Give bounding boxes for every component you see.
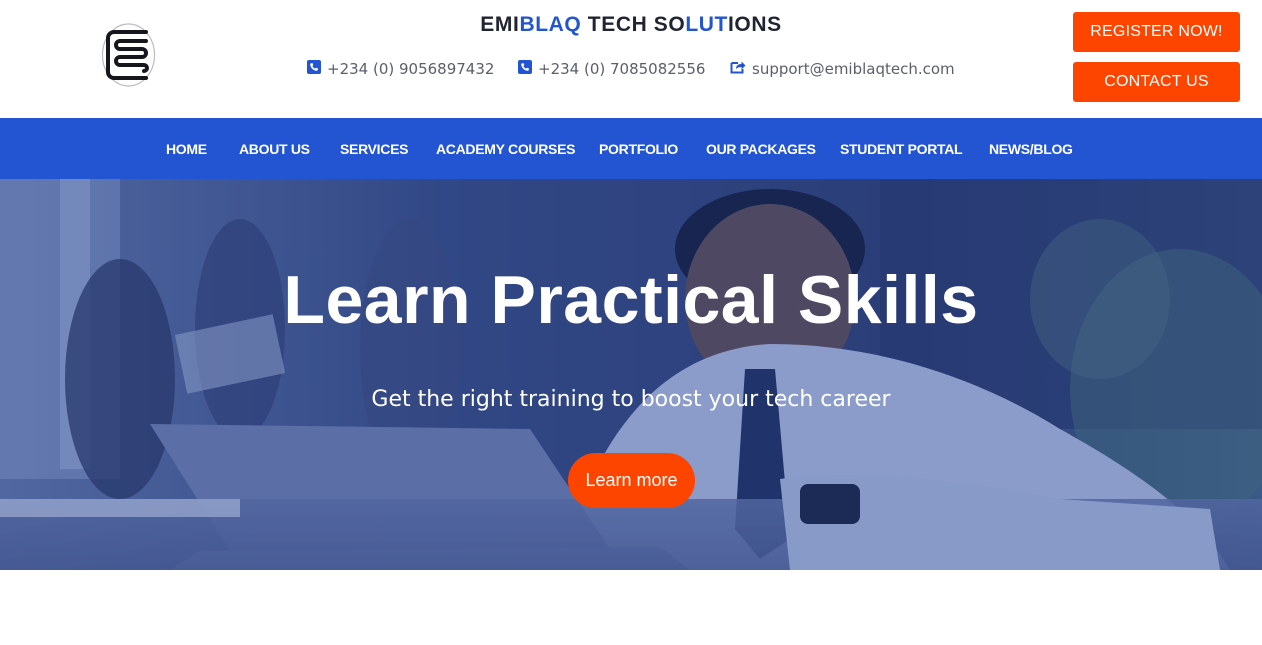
hero-banner: Learn Practical Skills Get the right tra…	[0, 179, 1262, 570]
phone-number-2: +234 (0) 7085082556	[538, 60, 706, 78]
learn-more-button[interactable]: Learn more	[568, 453, 695, 508]
nav-item-home[interactable]: HOME	[166, 141, 207, 157]
hero-overlay	[0, 179, 1262, 570]
hero-title: Learn Practical Skills	[283, 262, 979, 338]
nav-item-portfolio[interactable]: PORTFOLIO	[599, 141, 678, 157]
brand-part-accent: LUT	[685, 13, 728, 36]
hero-subtitle: Get the right training to boost your tec…	[371, 387, 891, 412]
contact-us-button[interactable]: CONTACT US	[1073, 62, 1240, 102]
email-address: support@emiblaqtech.com	[752, 60, 955, 78]
nav-item-news-blog[interactable]: NEWS/BLOG	[989, 141, 1073, 157]
brand-part: IONS	[727, 13, 782, 36]
register-now-button[interactable]: REGISTER NOW!	[1073, 12, 1240, 52]
nav-item-academy-courses[interactable]: ACADEMY COURSES	[436, 141, 575, 157]
nav-list: HOME ABOUT US SERVICES ACADEMY COURSES P…	[0, 118, 1262, 179]
main-nav: HOME ABOUT US SERVICES ACADEMY COURSES P…	[0, 118, 1262, 179]
brand-part-accent: BLAQ	[519, 13, 582, 36]
share-email-icon	[730, 60, 746, 78]
site-header: EMIBLAQ TECH SOLUTIONS +234 (0) 90568974…	[0, 0, 1262, 118]
brand-part: EMI	[480, 13, 520, 36]
nav-item-services[interactable]: SERVICES	[340, 141, 408, 157]
phone-icon	[307, 60, 321, 78]
nav-item-student-portal[interactable]: STUDENT PORTAL	[840, 141, 963, 157]
nav-item-about-us[interactable]: ABOUT US	[239, 141, 310, 157]
contact-phone-2[interactable]: +234 (0) 7085082556	[518, 60, 705, 78]
phone-number-1: +234 (0) 9056897432	[327, 60, 495, 78]
phone-icon	[518, 60, 532, 78]
nav-item-our-packages[interactable]: OUR PACKAGES	[706, 141, 816, 157]
contact-email[interactable]: support@emiblaqtech.com	[730, 60, 955, 78]
contact-phone-1[interactable]: +234 (0) 9056897432	[307, 60, 494, 78]
brand-part: TECH SO	[581, 13, 686, 36]
